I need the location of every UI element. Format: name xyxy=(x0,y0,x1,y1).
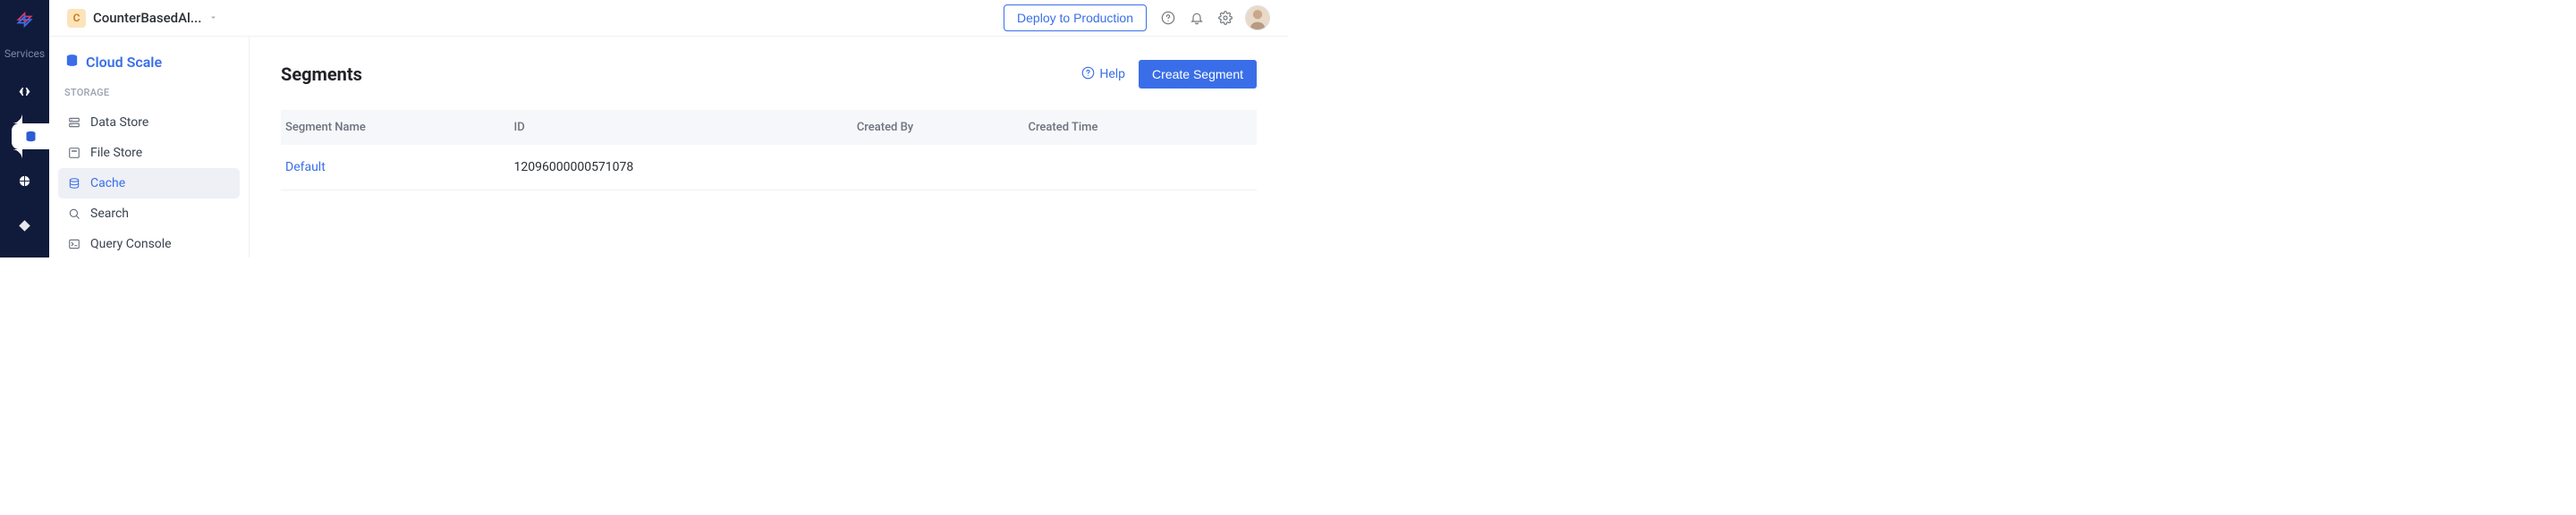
th-id: ID xyxy=(514,121,857,134)
datastore-icon xyxy=(67,116,81,129)
app-badge: C xyxy=(67,9,86,28)
help-icon[interactable] xyxy=(1160,11,1175,26)
segment-created-time xyxy=(1028,160,1257,174)
nav-item-label: Query Console xyxy=(90,237,172,251)
th-created-by: Created By xyxy=(857,121,1029,134)
nav-item-label: File Store xyxy=(90,146,142,160)
rail-item-3[interactable] xyxy=(12,168,38,194)
rail-item-4[interactable] xyxy=(12,213,38,239)
nav-item-label: Search xyxy=(90,207,129,221)
product-logo[interactable] xyxy=(15,10,34,29)
rail-item-cloud-scale[interactable] xyxy=(12,123,50,149)
settings-icon[interactable] xyxy=(1217,11,1233,26)
segment-id: 12096000000571078 xyxy=(514,160,857,174)
app-name: CounterBasedAl... xyxy=(93,10,201,26)
cloud-scale-icon xyxy=(64,53,80,72)
section-title-text: Cloud Scale xyxy=(86,54,162,71)
nav-subheading: STORAGE xyxy=(58,72,240,107)
notifications-icon[interactable] xyxy=(1189,11,1204,26)
side-nav: Cloud Scale STORAGE Data Store File Stor… xyxy=(49,37,250,258)
nav-item-cache[interactable]: Cache xyxy=(58,168,240,198)
help-link[interactable]: Help xyxy=(1081,66,1125,83)
main-content: Segments Help Create Segment Segment Nam… xyxy=(250,37,1288,258)
table-header: Segment Name ID Created By Created Time xyxy=(281,110,1257,145)
segment-created-by xyxy=(857,160,1029,174)
nav-item-label: Data Store xyxy=(90,115,148,130)
table-row: Default 12096000000571078 xyxy=(281,145,1257,190)
segments-table: Segment Name ID Created By Created Time … xyxy=(281,110,1257,190)
page-header: Segments Help Create Segment xyxy=(281,60,1257,89)
left-rail: Services xyxy=(0,0,49,258)
query-console-icon xyxy=(67,238,81,250)
top-bar: C CounterBasedAl... Deploy to Production xyxy=(49,0,1288,37)
segment-name-link[interactable]: Default xyxy=(285,160,514,174)
rail-item-1[interactable] xyxy=(12,79,38,105)
nav-item-search[interactable]: Search xyxy=(58,198,240,229)
help-circle-icon xyxy=(1081,66,1095,83)
search-icon xyxy=(67,207,81,220)
nav-item-file-store[interactable]: File Store xyxy=(58,138,240,168)
th-created-time: Created Time xyxy=(1028,121,1257,134)
nav-item-label: Cache xyxy=(90,176,125,190)
cache-icon xyxy=(67,177,81,190)
filestore-icon xyxy=(67,147,81,159)
deploy-button[interactable]: Deploy to Production xyxy=(1004,4,1147,31)
rail-section-label: Services xyxy=(4,47,45,60)
nav-item-query-console[interactable]: Query Console xyxy=(58,229,240,259)
avatar[interactable] xyxy=(1245,5,1270,30)
page-title: Segments xyxy=(281,63,362,85)
app-selector[interactable]: C CounterBasedAl... xyxy=(67,9,218,28)
help-label: Help xyxy=(1099,67,1125,81)
th-name: Segment Name xyxy=(285,121,514,134)
chevron-down-icon xyxy=(208,13,218,24)
nav-item-data-store[interactable]: Data Store xyxy=(58,107,240,138)
section-title[interactable]: Cloud Scale xyxy=(58,53,240,72)
create-segment-button[interactable]: Create Segment xyxy=(1139,60,1257,89)
